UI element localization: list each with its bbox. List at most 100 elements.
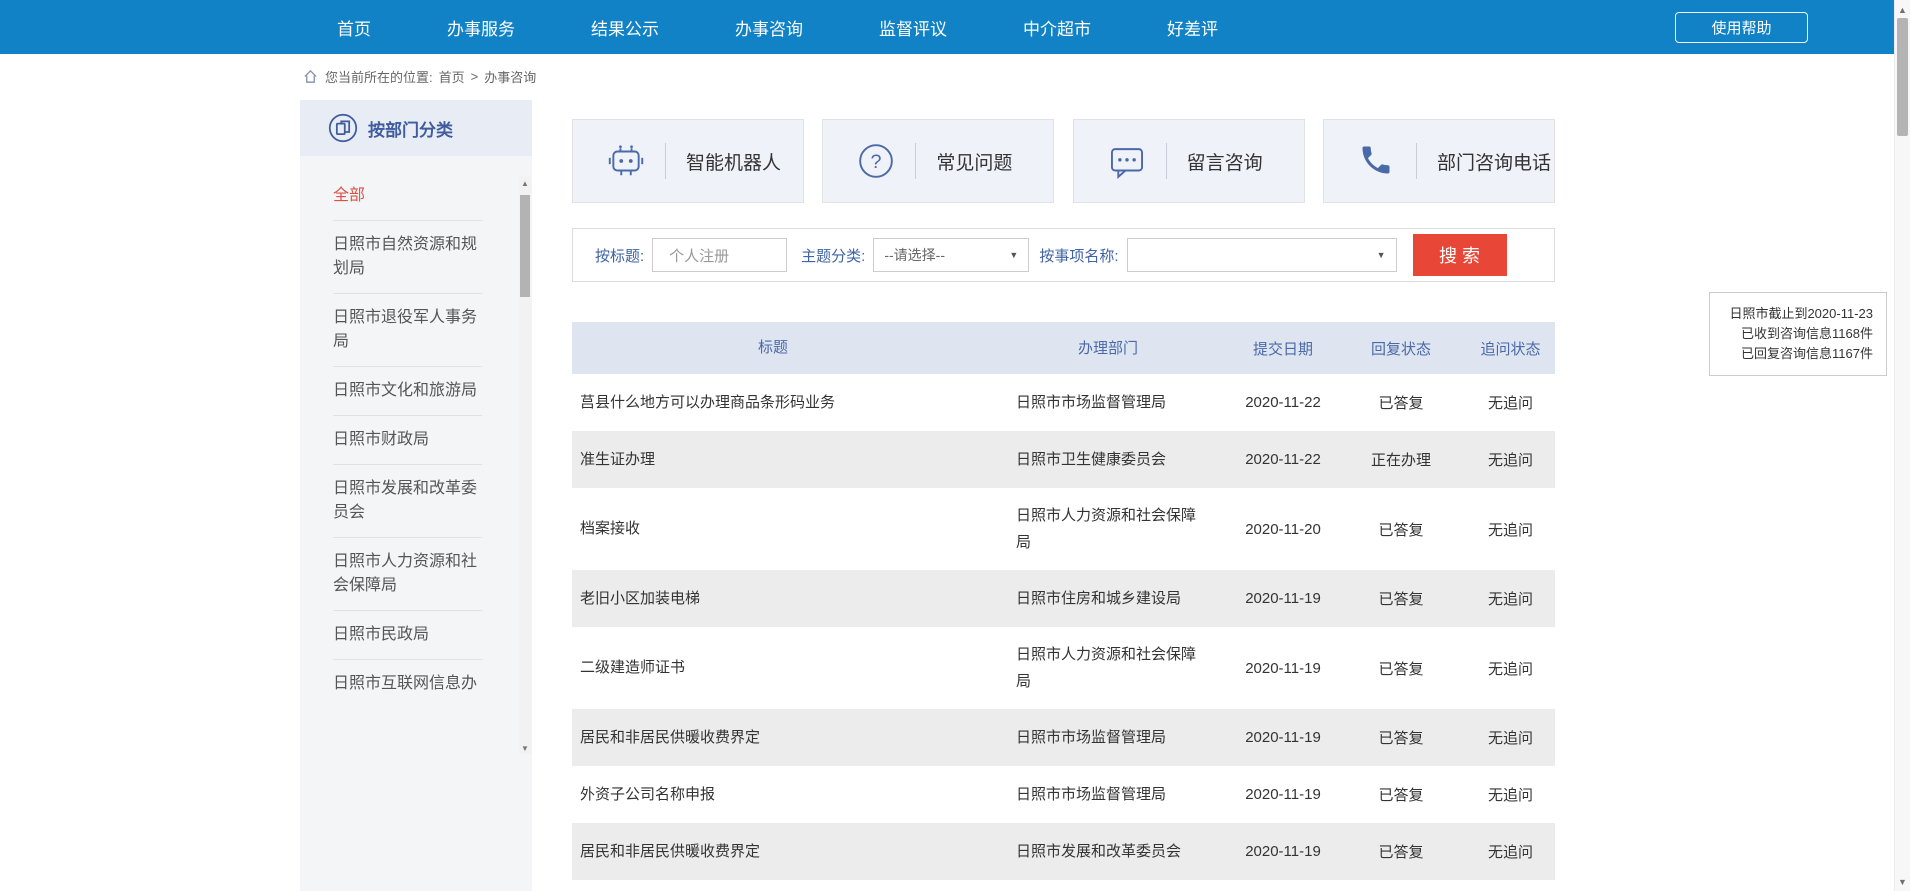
cell-followup-status: 无追问 (1466, 658, 1555, 679)
sidebar-item[interactable]: 日照市互联网信息办 (333, 660, 482, 708)
quick-tab-label: 部门咨询电话 (1437, 148, 1551, 175)
chevron-down-icon: ▼ (1009, 250, 1018, 260)
svg-text:?: ? (871, 151, 882, 173)
cell-date: 2020-11-19 (1230, 729, 1336, 746)
tab-separator (915, 143, 916, 179)
table-row[interactable]: 居民和非居民供暖收费界定日照市市场监督管理局2020-11-19已答复无追问 (572, 709, 1555, 766)
quick-tab-message[interactable]: 留言咨询 (1073, 119, 1305, 203)
cell-title[interactable]: 老旧小区加装电梯 (572, 581, 996, 617)
table-header: 标题办理部门提交日期回复状态追问状态 (572, 322, 1555, 374)
nav-item[interactable]: 办事服务 (447, 15, 515, 40)
sidebar-scrollbar[interactable]: ▲ ▼ (519, 177, 531, 754)
sidebar-item[interactable]: 日照市退役军人事务局 (333, 294, 482, 367)
nav-item[interactable]: 首页 (337, 15, 371, 40)
nav-item[interactable]: 办事咨询 (735, 15, 803, 40)
cell-date: 2020-11-19 (1230, 590, 1336, 607)
item-name-select[interactable]: ▼ (1127, 238, 1397, 272)
cell-title[interactable]: 居民和非居民供暖收费界定 (572, 834, 996, 870)
phone-icon (1358, 142, 1396, 180)
item-name-label: 按事项名称: (1039, 245, 1118, 266)
title-search-label: 按标题: (595, 245, 644, 266)
table-row[interactable]: 莒县什么地方可以办理商品条形码业务日照市市场监督管理局2020-11-22已答复… (572, 374, 1555, 431)
cell-reply-status: 已答复 (1336, 519, 1466, 540)
message-icon (1108, 142, 1146, 180)
sidebar-title: 按部门分类 (368, 116, 453, 141)
cell-department: 日照市市场监督管理局 (996, 375, 1230, 430)
table-row[interactable]: 老旧小区加装电梯日照市住房和城乡建设局2020-11-19已答复无追问 (572, 570, 1555, 627)
sidebar-item[interactable]: 日照市文化和旅游局 (333, 367, 482, 416)
nav-item[interactable]: 中介超市 (1023, 15, 1091, 40)
table-row[interactable]: 档案接收日照市人力资源和社会保障局2020-11-20已答复无追问 (572, 488, 1555, 570)
table-row[interactable]: 二级建造师证书日照市人力资源和社会保障局2020-11-19已答复无追问 (572, 627, 1555, 709)
cell-title[interactable]: 外资子公司名称申报 (572, 777, 996, 813)
column-header: 办理部门 (996, 321, 1230, 376)
topic-category-select[interactable]: --请选择-- ▼ (873, 238, 1029, 272)
scroll-up-icon[interactable]: ▲ (519, 177, 531, 189)
cell-reply-status: 已答复 (1336, 784, 1466, 805)
breadcrumb-separator: > (471, 69, 479, 84)
cell-followup-status: 无追问 (1466, 727, 1555, 748)
sidebar-item[interactable]: 日照市财政局 (333, 416, 482, 465)
cell-title[interactable]: 档案接收 (572, 511, 996, 547)
cell-department: 日照市发展和改革委员会 (996, 824, 1230, 879)
cell-title[interactable]: 准生证办理 (572, 442, 996, 478)
quick-tab-phone[interactable]: 部门咨询电话 (1323, 119, 1555, 203)
breadcrumb-prefix: 您当前所在的位置: (325, 67, 433, 86)
column-header: 追问状态 (1466, 338, 1555, 359)
table-row[interactable]: 外资子公司名称申报日照市市场监督管理局2020-11-19已答复无追问 (572, 766, 1555, 823)
department-sidebar: 按部门分类 全部日照市自然资源和规划局日照市退役军人事务局日照市文化和旅游局日照… (300, 100, 532, 891)
title-search-input[interactable] (652, 238, 787, 272)
sidebar-item[interactable]: 日照市发展和改革委员会 (333, 465, 482, 538)
sidebar-item[interactable]: 日照市自然资源和规划局 (333, 221, 482, 294)
breadcrumb: 您当前所在的位置: 首页 > 办事咨询 (0, 54, 1880, 98)
table-row[interactable]: 准生证办理日照市卫生健康委员会2020-11-22正在办理无追问 (572, 431, 1555, 488)
chevron-down-icon: ▼ (1377, 250, 1386, 260)
search-panel: 按标题: 主题分类: --请选择-- ▼ 按事项名称: ▼ 搜 索 (572, 228, 1555, 282)
nav-items: 首页 办事服务 结果公示 办事咨询 监督评议 中介超市 好差评 (0, 0, 1910, 54)
sidebar-scrollbar-thumb[interactable] (520, 195, 530, 297)
nav-item[interactable]: 监督评议 (879, 15, 947, 40)
page-scrollbar-thumb[interactable] (1897, 18, 1908, 136)
cell-date: 2020-11-22 (1230, 451, 1336, 468)
cell-reply-status: 已答复 (1336, 658, 1466, 679)
quick-tab-label: 留言咨询 (1187, 148, 1263, 175)
robot-icon (607, 142, 645, 180)
scroll-down-icon[interactable]: ▼ (519, 742, 531, 754)
cell-followup-status: 无追问 (1466, 519, 1555, 540)
question-icon: ? (857, 142, 895, 180)
cell-title[interactable]: 莒县什么地方可以办理商品条形码业务 (572, 385, 996, 421)
quick-tabs: 智能机器人 ?常见问题 留言咨询 部门咨询电话 (572, 119, 1555, 203)
quick-tab-question[interactable]: ?常见问题 (822, 119, 1054, 203)
cell-date: 2020-11-22 (1230, 394, 1336, 411)
sidebar-item[interactable]: 日照市民政局 (333, 611, 482, 660)
breadcrumb-home-link[interactable]: 首页 (439, 67, 465, 86)
table-body: 莒县什么地方可以办理商品条形码业务日照市市场监督管理局2020-11-22已答复… (572, 374, 1555, 880)
search-button[interactable]: 搜 索 (1413, 234, 1507, 276)
help-button[interactable]: 使用帮助 (1675, 12, 1808, 43)
quick-tab-label: 智能机器人 (686, 148, 781, 175)
table-row[interactable]: 居民和非居民供暖收费界定日照市发展和改革委员会2020-11-19已答复无追问 (572, 823, 1555, 880)
cell-reply-status: 已答复 (1336, 841, 1466, 862)
cell-date: 2020-11-19 (1230, 660, 1336, 677)
page-scrollbar[interactable]: ▲ ▼ (1894, 0, 1910, 891)
stats-line: 日照市截止到2020-11-23 (1723, 304, 1873, 324)
main-content: 智能机器人?常见问题留言咨询部门咨询电话 按标题: 主题分类: --请选择-- … (572, 119, 1555, 203)
cell-department: 日照市市场监督管理局 (996, 767, 1230, 822)
cell-department: 日照市市场监督管理局 (996, 710, 1230, 765)
nav-item[interactable]: 结果公示 (591, 15, 659, 40)
cell-department: 日照市人力资源和社会保障局 (996, 627, 1230, 709)
sidebar-item[interactable]: 全部 (333, 172, 482, 221)
scroll-down-icon[interactable]: ▼ (1895, 874, 1910, 889)
sidebar-item[interactable]: 日照市人力资源和社会保障局 (333, 538, 482, 611)
cell-reply-status: 正在办理 (1336, 449, 1466, 470)
tab-separator (1416, 143, 1417, 179)
sidebar-header: 按部门分类 (300, 100, 532, 156)
tab-separator (1166, 143, 1167, 179)
nav-item[interactable]: 好差评 (1167, 15, 1218, 40)
cell-title[interactable]: 居民和非居民供暖收费界定 (572, 720, 996, 756)
quick-tab-robot[interactable]: 智能机器人 (572, 119, 804, 203)
cell-followup-status: 无追问 (1466, 449, 1555, 470)
scroll-up-icon[interactable]: ▲ (1895, 2, 1910, 17)
breadcrumb-current: 办事咨询 (484, 67, 536, 86)
cell-title[interactable]: 二级建造师证书 (572, 650, 996, 686)
